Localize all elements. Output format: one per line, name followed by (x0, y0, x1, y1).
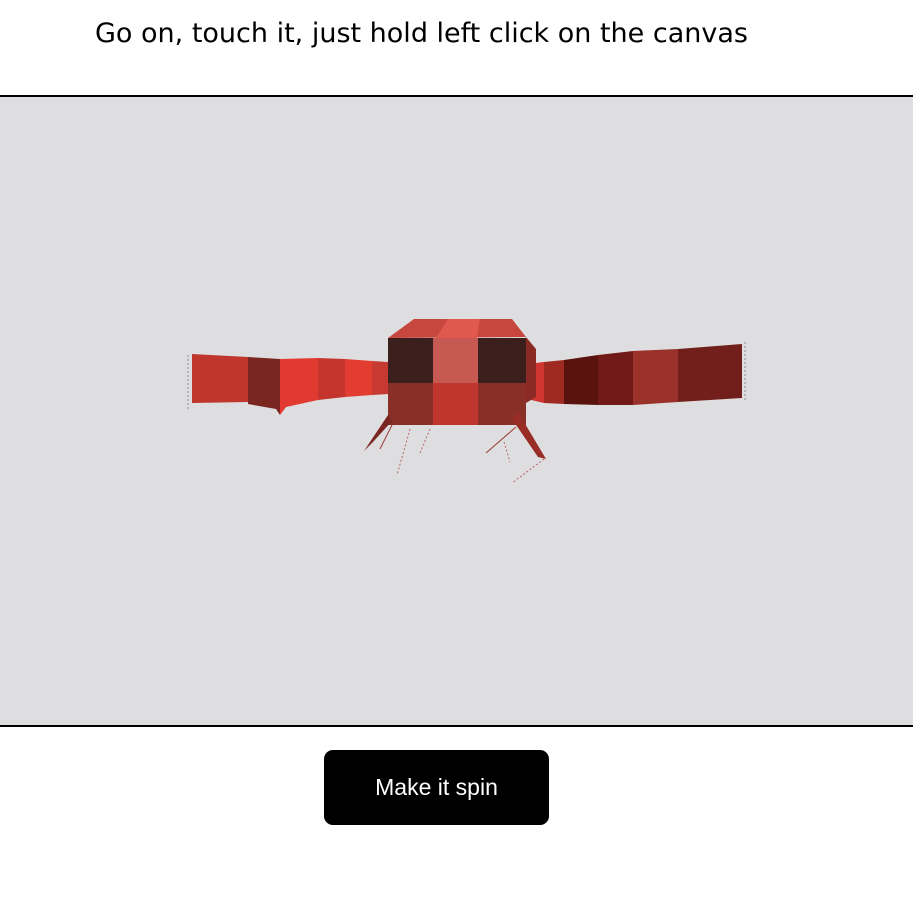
page: Go on, touch it, just hold left click on… (0, 0, 913, 913)
instruction-text: Go on, touch it, just hold left click on… (95, 18, 748, 49)
creature-model (0, 97, 913, 725)
head-cube (388, 319, 536, 425)
make-it-spin-button[interactable]: Make it spin (324, 750, 549, 825)
render-canvas[interactable] (0, 95, 913, 727)
